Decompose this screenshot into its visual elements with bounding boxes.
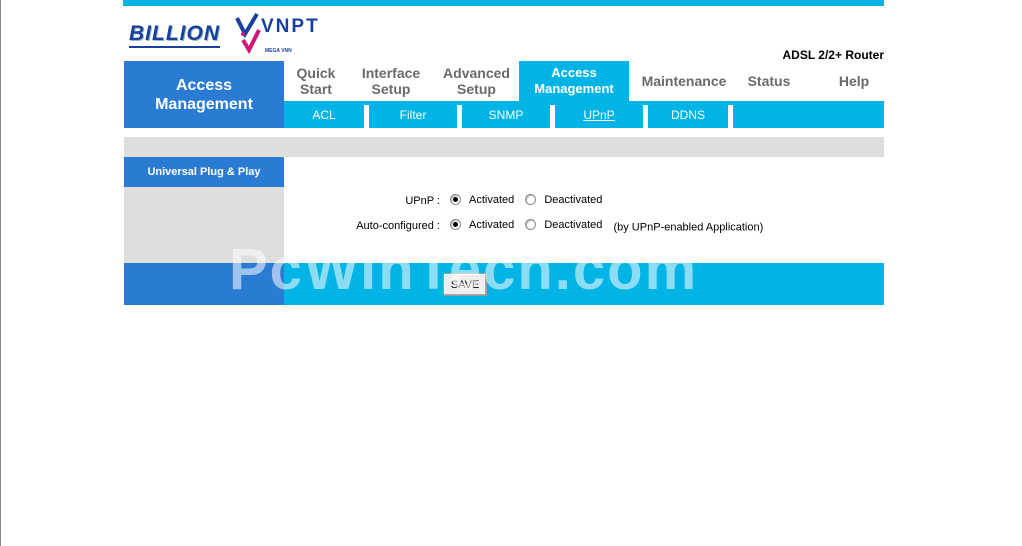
gray-divider	[124, 137, 884, 157]
upnp-label: UPnP :	[405, 195, 440, 207]
save-button[interactable]: SAVE	[443, 273, 487, 296]
upnp-activated-radio[interactable]	[450, 194, 461, 206]
auto-activated-radio[interactable]	[450, 219, 461, 231]
auto-deactivated-radio[interactable]	[525, 219, 537, 231]
upnp-deactivated-radio[interactable]	[525, 194, 537, 206]
sidebar-heading: Universal Plug & Play	[124, 157, 284, 187]
sidebar: Universal Plug & Play	[124, 157, 284, 305]
upnp-options: Activated Deactivated	[450, 194, 610, 209]
auto-configured-note: (by UPnP-enabled Application)	[613, 221, 764, 234]
auto-configured-options: Activated Deactivated (by UPnP-enabled A…	[450, 219, 764, 234]
auto-configured-label: Auto-configured :	[356, 220, 440, 232]
upnp-form: UPnP : Activated Deactivated Auto-config…	[284, 157, 884, 305]
